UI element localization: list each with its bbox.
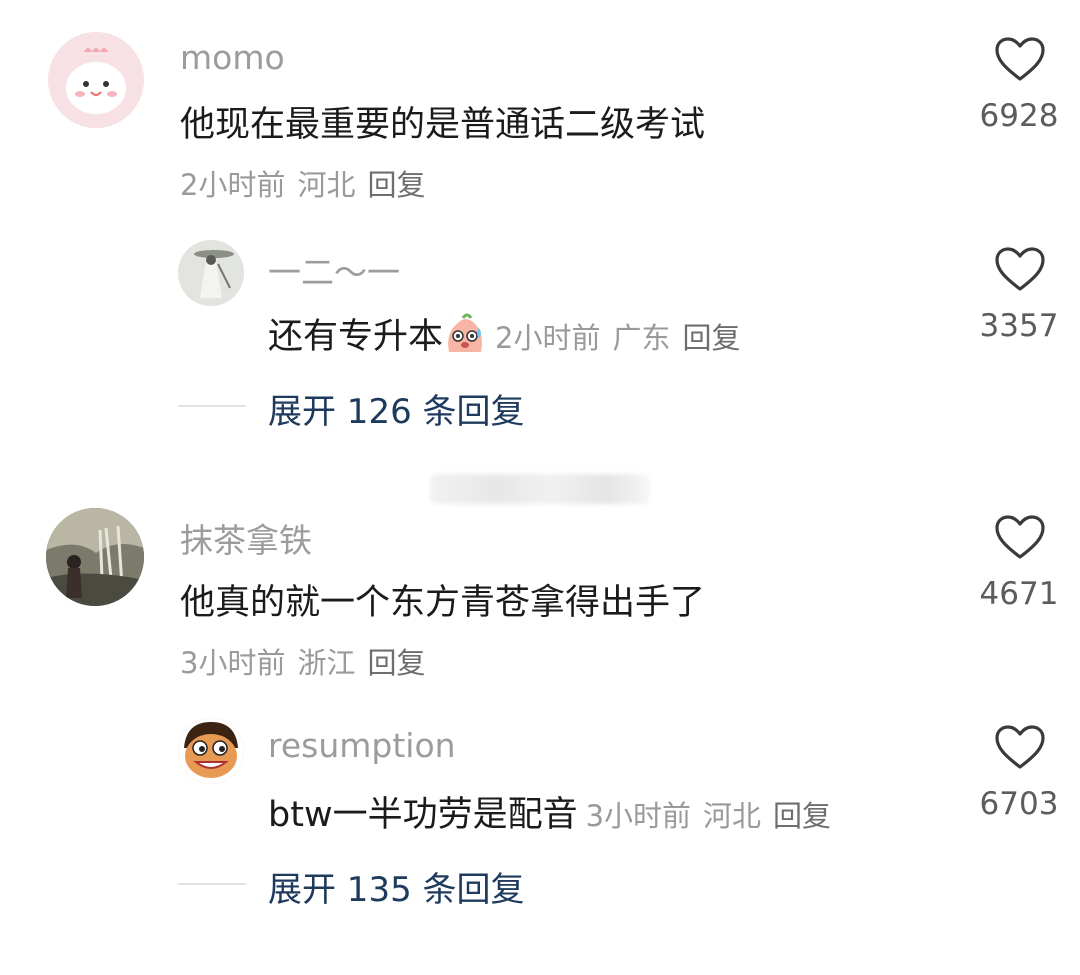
reply-button[interactable]: 回复 xyxy=(367,646,425,680)
username[interactable]: resumption xyxy=(268,726,456,765)
comment-time: 2小时前 xyxy=(180,168,286,202)
like-count: 6928 xyxy=(979,98,1059,134)
like-count: 6703 xyxy=(979,786,1059,822)
username[interactable]: 抹茶拿铁 xyxy=(180,514,312,562)
avatar-cartoon-icon xyxy=(48,32,144,128)
reply-text: btw一半功劳是配音 xyxy=(268,795,578,835)
reply-text-row: btw一半功劳是配音 3小时前 河北 回复 xyxy=(268,786,843,837)
comment-text: 他现在最重要的是普通话二级考试 xyxy=(180,105,706,145)
reply-time: 3小时前 xyxy=(585,799,692,833)
like-count: 3357 xyxy=(979,308,1059,344)
reply-meta: 3小时前 河北 回复 xyxy=(586,799,843,833)
reply-text-row: 还有专升本 2小时前 广东 回复 xyxy=(268,308,753,359)
comment-time: 3小时前 xyxy=(180,646,286,680)
avatar[interactable] xyxy=(46,508,144,606)
avatar-photo-icon xyxy=(46,508,144,606)
sweat-face-emoji-icon xyxy=(448,313,483,352)
comment-location: 浙江 xyxy=(297,646,356,680)
avatar[interactable] xyxy=(48,32,144,128)
reply-button[interactable]: 回复 xyxy=(682,321,740,355)
divider-line xyxy=(178,883,246,885)
divider-line xyxy=(178,405,246,407)
reply-text: 还有专升本 xyxy=(268,317,444,357)
reply-location: 广东 xyxy=(612,321,671,355)
avatar[interactable] xyxy=(178,718,244,784)
reply-time: 2小时前 xyxy=(495,321,601,355)
comment-meta: 3小时前 浙江 回复 xyxy=(180,640,437,682)
comment-text: 他真的就一个东方青苍拿得出手了 xyxy=(180,583,706,623)
reply-meta: 2小时前 广东 回复 xyxy=(495,321,752,355)
avatar-cartoon-face-icon xyxy=(178,718,244,784)
expand-replies-button[interactable]: 展开 126 条回复 xyxy=(268,384,525,433)
heart-outline-icon[interactable] xyxy=(994,724,1046,770)
like-count: 4671 xyxy=(979,576,1059,612)
username[interactable]: 一二～一 xyxy=(268,246,400,294)
comment-meta: 2小时前 河北 回复 xyxy=(180,162,437,204)
blurred-watermark xyxy=(430,474,650,504)
heart-outline-icon[interactable] xyxy=(994,514,1046,560)
avatar-figure-icon xyxy=(178,240,244,306)
expand-replies-button[interactable]: 展开 135 条回复 xyxy=(268,862,525,911)
reply-location: 河北 xyxy=(703,799,762,833)
reply-button[interactable]: 回复 xyxy=(367,168,425,202)
avatar[interactable] xyxy=(178,240,244,306)
heart-outline-icon[interactable] xyxy=(994,246,1046,292)
username[interactable]: momo xyxy=(180,38,285,77)
comment-location: 河北 xyxy=(297,168,356,202)
heart-outline-icon[interactable] xyxy=(994,36,1046,82)
reply-button[interactable]: 回复 xyxy=(773,799,831,833)
